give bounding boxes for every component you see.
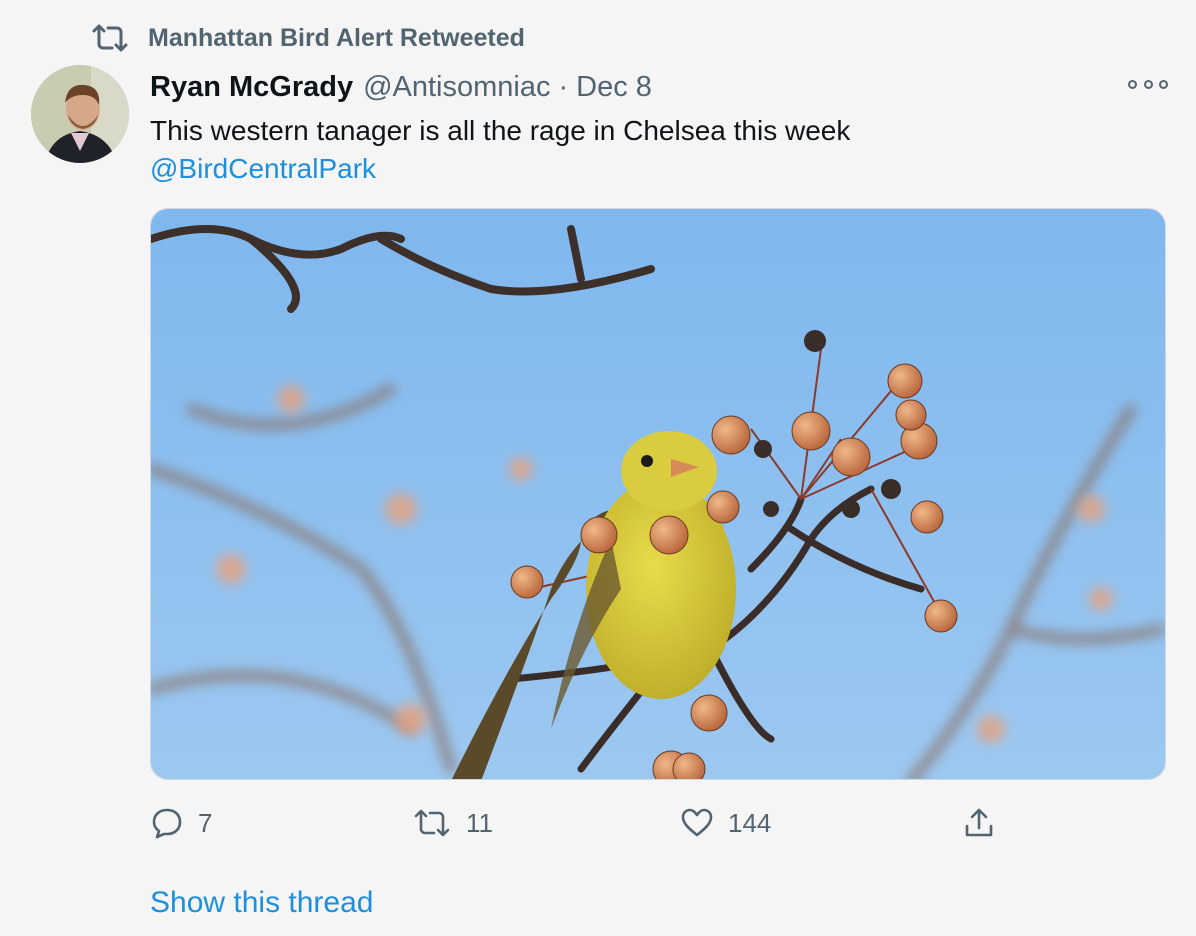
retweet-count: 11 [466,807,493,838]
tweet-text: This western tanager is all the rage in … [150,115,851,146]
tweet-body: This western tanager is all the rage in … [150,112,1150,188]
reply-button[interactable]: 7 [150,800,212,846]
tweet-actions: 7 11 144 [0,800,1196,846]
more-dot [1143,79,1153,89]
retweet-button[interactable]: 11 [412,800,493,846]
tweet-header: Ryan McGrady @Antisomniac · Dec 8 [150,68,652,106]
retweet-icon [92,24,128,52]
tweet-date[interactable]: Dec 8 [576,71,652,104]
author-name[interactable]: Ryan McGrady [150,71,353,104]
retweet-banner[interactable]: Manhattan Bird Alert Retweeted [90,22,525,54]
avatar[interactable] [31,65,129,163]
retweet-banner-label: Manhattan Bird Alert Retweeted [148,23,525,52]
more-dot [1159,79,1168,89]
separator-dot: · [558,70,569,103]
share-icon [965,808,993,837]
like-count: 144 [728,807,772,838]
like-button[interactable]: 144 [680,800,771,846]
show-thread-link[interactable]: Show this thread [150,886,373,920]
more-options-icon[interactable] [1128,72,1168,96]
retweet-icon [414,809,450,837]
reply-icon [152,808,182,839]
author-handle[interactable]: @Antisomniac [363,71,550,104]
heart-icon [681,808,713,837]
bird-photo [151,209,1165,779]
avatar-image [31,65,129,163]
share-button[interactable] [962,800,996,846]
tweet-media[interactable] [150,208,1166,780]
mention-link[interactable]: @BirdCentralPark [150,150,1150,188]
reply-count: 7 [198,807,213,838]
more-dot [1128,79,1137,89]
